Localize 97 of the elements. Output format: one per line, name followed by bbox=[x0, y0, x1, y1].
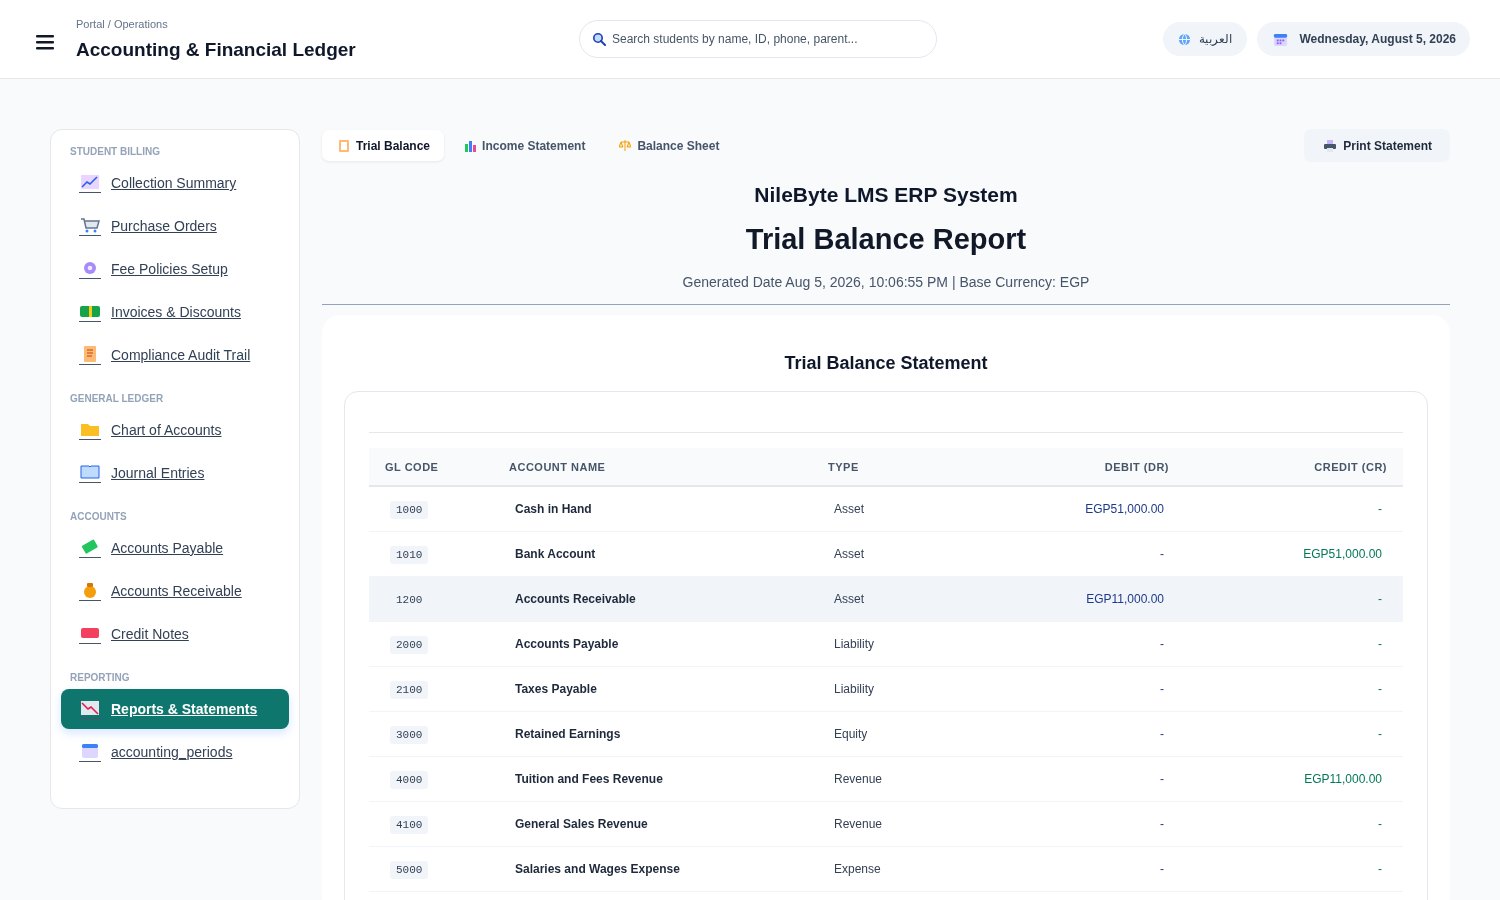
sidebar-item[interactable]: Invoices & Discounts bbox=[61, 292, 289, 332]
table-row[interactable]: 3000 Retained Earnings Equity - - bbox=[369, 712, 1403, 757]
bar-chart-icon bbox=[464, 139, 477, 152]
table-cell-text: Liability bbox=[833, 637, 876, 651]
table-row[interactable]: 5000 Salaries and Wages Expense Expense - - bbox=[369, 847, 1403, 892]
gl-code-badge: 2100 bbox=[390, 681, 429, 699]
column-header: GL CODE bbox=[384, 460, 440, 473]
table-row[interactable]: 2000 Accounts Payable Liability - - bbox=[369, 622, 1403, 667]
sidebar-item[interactable]: Fee Policies Setup bbox=[61, 249, 289, 289]
table-cell-text: EGP11,000.00 bbox=[1303, 772, 1383, 786]
table-cell-text: - bbox=[1377, 682, 1383, 696]
table-cell-text: EGP51,000.00 bbox=[1302, 547, 1383, 561]
table-cell-text: - bbox=[1159, 772, 1165, 786]
table-cell-text: Retained Earnings bbox=[514, 727, 622, 741]
sidebar-item[interactable]: Accounts Receivable bbox=[61, 571, 289, 611]
tab[interactable]: Trial Balance bbox=[322, 130, 445, 161]
section-heading: STUDENT BILLING bbox=[69, 145, 161, 159]
date-display: Wednesday, August 5, 2026 bbox=[1256, 22, 1470, 56]
column-header: TYPE bbox=[828, 460, 860, 473]
sidebar-item[interactable]: Credit Notes bbox=[61, 614, 289, 654]
table-cell-text: Asset bbox=[833, 547, 865, 561]
table-cell-text: Revenue bbox=[833, 772, 884, 786]
table-cell-text: Asset bbox=[833, 502, 865, 516]
section-heading: ACCOUNTS bbox=[69, 510, 128, 524]
cart-icon bbox=[79, 216, 101, 234]
sidebar-item[interactable]: Chart of Accounts bbox=[61, 410, 289, 450]
globe-icon bbox=[1177, 32, 1191, 46]
table-cell-text: EGP51,000.00 bbox=[1084, 502, 1165, 516]
section-heading: GENERAL LEDGER bbox=[69, 392, 165, 406]
tab[interactable]: Income Statement bbox=[448, 130, 600, 161]
section-heading: REPORTING bbox=[69, 671, 131, 685]
printer-icon bbox=[1324, 139, 1337, 152]
breadcrumb: Portal / Operations bbox=[76, 17, 169, 30]
table-row[interactable]: 2100 Taxes Payable Liability - - bbox=[369, 667, 1403, 712]
column-header: CREDIT (CR) bbox=[1313, 460, 1388, 473]
table-row[interactable]: 1200 Accounts Receivable Asset EGP11,000.00 - bbox=[369, 577, 1403, 622]
report-title: Trial Balance Report bbox=[744, 223, 1028, 256]
table-cell-text: - bbox=[1159, 682, 1165, 696]
table-cell-text: Bank Account bbox=[514, 547, 597, 561]
table-cell-text: - bbox=[1377, 817, 1383, 831]
column-header: ACCOUNT NAME bbox=[509, 460, 607, 473]
search-field[interactable]: Search students by name, ID, phone, parent... bbox=[579, 20, 937, 58]
table-cell-text: - bbox=[1377, 727, 1383, 741]
report-meta: Generated Date Aug 5, 2026, 10:06:55 PM | Base Currency: EGP bbox=[681, 274, 1091, 290]
table-cell-text: - bbox=[1377, 592, 1383, 606]
table-cell-text: - bbox=[1159, 547, 1165, 561]
sidebar-item[interactable]: Collection Summary bbox=[61, 163, 289, 203]
table-cell-text: Equity bbox=[833, 727, 869, 741]
gl-code-badge: 3000 bbox=[390, 726, 429, 744]
table-row[interactable]: 4000 Tuition and Fees Revenue Revenue - EGP11,000.00 bbox=[369, 757, 1403, 802]
table-cell-text: Expense bbox=[833, 862, 882, 876]
table-cell-text: Revenue bbox=[833, 817, 884, 831]
table-cell-text: General Sales Revenue bbox=[514, 817, 649, 831]
search-icon bbox=[592, 32, 606, 46]
sidebar-item[interactable]: Purchase Orders bbox=[61, 206, 289, 246]
sidebar-item[interactable]: accounting_periods bbox=[61, 732, 289, 772]
table-cell-text: - bbox=[1159, 637, 1165, 651]
calendar-icon bbox=[79, 742, 101, 760]
table-cell-text: - bbox=[1159, 862, 1165, 876]
table-cell-text: Liability bbox=[833, 682, 876, 696]
table-cell-text: Asset bbox=[833, 592, 865, 606]
table-cell-text: Salaries and Wages Expense bbox=[514, 862, 681, 876]
menu-icon[interactable] bbox=[36, 34, 54, 50]
table-cell-text: - bbox=[1159, 727, 1165, 741]
table-cell-text: Accounts Payable bbox=[514, 637, 620, 651]
column-header: DEBIT (DR) bbox=[1103, 460, 1169, 473]
table-cell-text: - bbox=[1377, 637, 1383, 651]
table-cell-text: - bbox=[1159, 817, 1165, 831]
scales-icon bbox=[619, 139, 632, 152]
gl-code-badge: 2000 bbox=[390, 636, 429, 654]
sidebar-item[interactable]: Journal Entries bbox=[61, 453, 289, 493]
gl-code-badge: 4000 bbox=[390, 771, 429, 789]
table-row[interactable]: 1000 Cash in Hand Asset EGP51,000.00 - bbox=[369, 487, 1403, 532]
sidebar-item[interactable]: Compliance Audit Trail bbox=[61, 335, 289, 375]
sidebar-item[interactable]: Accounts Payable bbox=[61, 528, 289, 568]
chart-down-icon bbox=[79, 699, 101, 717]
gl-code-badge: 5000 bbox=[390, 861, 429, 879]
calendar-icon bbox=[1272, 31, 1288, 47]
gl-code-badge: 4100 bbox=[390, 816, 429, 834]
gl-code-badge: 1010 bbox=[390, 546, 429, 564]
table-cell-text: Taxes Payable bbox=[514, 682, 598, 696]
print-button[interactable]: Print Statement bbox=[1304, 129, 1450, 162]
table-cell-text: Accounts Receivable bbox=[514, 592, 637, 606]
gl-code-badge: 1000 bbox=[390, 501, 429, 519]
page-title: Accounting & Financial Ledger bbox=[76, 38, 357, 61]
language-button[interactable]: العربية bbox=[1162, 22, 1247, 56]
sidebar-item[interactable]: Reports & Statements bbox=[61, 689, 289, 729]
table-row[interactable]: 4100 General Sales Revenue Revenue - - bbox=[369, 802, 1403, 847]
tab[interactable]: Balance Sheet bbox=[603, 130, 734, 161]
table-cell-text: - bbox=[1377, 862, 1383, 876]
table-cell-text: Cash in Hand bbox=[514, 502, 593, 516]
table-cell-text: - bbox=[1377, 502, 1383, 516]
company-name: NileByte LMS ERP System bbox=[753, 183, 1019, 207]
statement-title: Trial Balance Statement bbox=[783, 353, 989, 374]
chart-icon bbox=[79, 173, 101, 191]
table-cell-text: EGP11,000.00 bbox=[1085, 592, 1165, 606]
table-cell-text: Tuition and Fees Revenue bbox=[514, 772, 664, 786]
